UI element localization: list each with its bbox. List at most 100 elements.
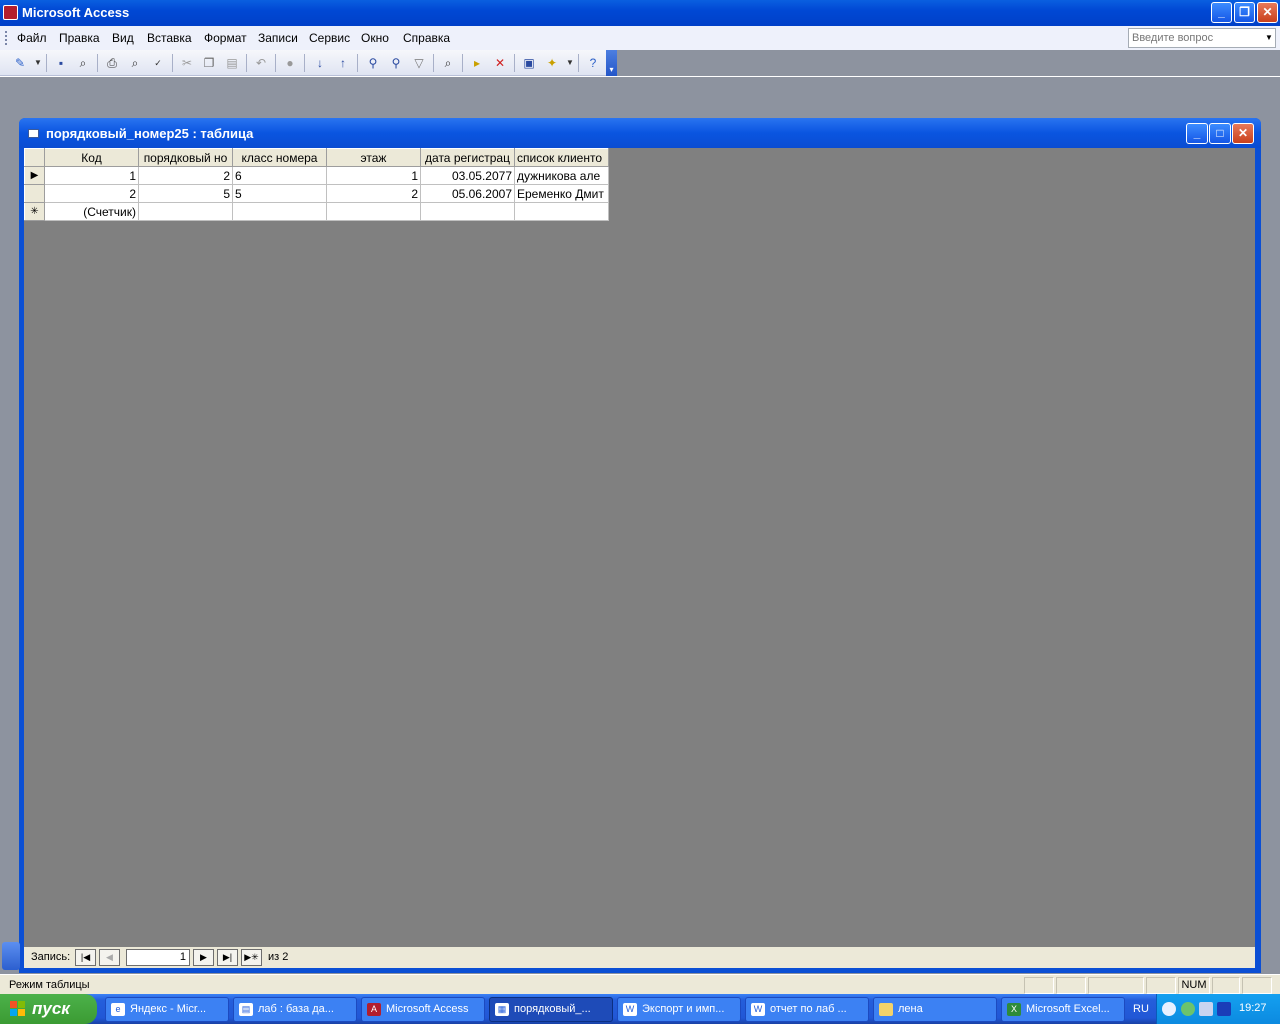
previous-record-button[interactable]: ◀ xyxy=(99,949,120,966)
autonumber-placeholder[interactable]: (Счетчик) xyxy=(44,202,139,221)
new-record-row[interactable]: ✳ (Счетчик) xyxy=(24,202,609,221)
table-cell[interactable]: 6 xyxy=(232,166,327,185)
toolbar-options-chevron[interactable]: ▾ xyxy=(606,50,617,76)
taskbar-item-export[interactable]: W Экспорт и имп... xyxy=(617,997,741,1022)
tray-expand-icon[interactable] xyxy=(1162,1002,1176,1016)
new-record-nav-button[interactable]: ▶✳ xyxy=(241,949,262,966)
table-cell[interactable]: 5 xyxy=(138,184,233,203)
menu-window[interactable]: Окно xyxy=(361,31,389,45)
menu-view[interactable]: Вид xyxy=(112,31,134,45)
table-cell[interactable]: 1 xyxy=(44,166,139,185)
delete-record-icon[interactable]: ✕ xyxy=(491,54,509,72)
database-window-restore-icon[interactable] xyxy=(2,942,20,970)
taskbar-item-excel[interactable]: X Microsoft Excel... xyxy=(1001,997,1125,1022)
print-preview-icon[interactable]: ⌕ xyxy=(126,54,144,72)
menu-insert[interactable]: Вставка xyxy=(147,31,192,45)
hyperlink-icon[interactable]: ● xyxy=(281,54,299,72)
close-button[interactable]: ✕ xyxy=(1257,2,1278,23)
table-cell[interactable]: 05.06.2007 xyxy=(420,184,515,203)
table-window-title-bar[interactable]: порядковый_номер25 : таблица _ □ ✕ xyxy=(19,118,1261,148)
status-text: Режим таблицы xyxy=(9,979,90,991)
taskbar-item-access[interactable]: A Microsoft Access xyxy=(361,997,485,1022)
table-row[interactable]: ▶ 1 2 6 1 03.05.2077 дужникова але xyxy=(24,166,609,185)
first-record-button[interactable]: |◀ xyxy=(75,949,96,966)
media-player-icon[interactable] xyxy=(1217,1002,1231,1016)
next-record-button[interactable]: ▶ xyxy=(193,949,214,966)
menu-grip[interactable] xyxy=(5,31,8,45)
search-icon[interactable]: ⌕ xyxy=(74,54,92,72)
cut-icon[interactable]: ✂ xyxy=(178,54,196,72)
table-cell[interactable]: дужникова але xyxy=(514,166,609,185)
security-icon[interactable] xyxy=(1199,1002,1213,1016)
paste-icon[interactable]: ▤ xyxy=(223,54,241,72)
table-row[interactable]: 2 5 5 2 05.06.2007 Еременко Дмит xyxy=(24,184,609,203)
table-cell[interactable] xyxy=(138,202,233,221)
design-view-icon[interactable]: ✎ xyxy=(11,54,29,72)
menu-edit[interactable]: Правка xyxy=(59,31,100,45)
current-record-marker[interactable]: ▶ xyxy=(24,166,45,185)
new-record-icon[interactable]: ▸ xyxy=(468,54,486,72)
chevron-down-icon[interactable]: ▼ xyxy=(29,54,47,72)
spelling-icon[interactable]: ✓ xyxy=(149,54,167,72)
select-all-corner[interactable] xyxy=(24,148,45,167)
filter-by-selection-icon[interactable]: ⚲ xyxy=(364,54,382,72)
taskbar-item-folder-lena[interactable]: лена xyxy=(873,997,997,1022)
sort-ascending-icon[interactable]: ↓ xyxy=(311,54,329,72)
taskbar-item-report[interactable]: Wотчет по лаб ... xyxy=(745,997,869,1022)
menu-records[interactable]: Записи xyxy=(258,31,298,45)
table-cell[interactable] xyxy=(514,202,609,221)
apply-filter-icon[interactable]: ▽ xyxy=(410,54,428,72)
new-record-marker[interactable]: ✳ xyxy=(24,202,45,221)
table-icon: ▦ xyxy=(495,1003,509,1016)
chevron-down-icon[interactable]: ▼ xyxy=(561,54,579,72)
column-header[interactable]: этаж xyxy=(326,148,421,167)
row-selector[interactable] xyxy=(24,184,45,203)
table-cell[interactable]: 1 xyxy=(326,166,421,185)
copy-icon[interactable]: ❐ xyxy=(200,54,218,72)
taskbar-item-yandex[interactable]: e Яндекс - Micr... xyxy=(105,997,229,1022)
language-indicator[interactable]: RU xyxy=(1133,1003,1149,1015)
table-cell[interactable]: 2 xyxy=(44,184,139,203)
column-header[interactable]: список клиенто xyxy=(514,148,609,167)
minimize-button[interactable]: _ xyxy=(1211,2,1232,23)
child-minimize-button[interactable]: _ xyxy=(1186,123,1208,144)
print-icon[interactable]: ⎙ xyxy=(103,54,121,72)
table-cell[interactable] xyxy=(420,202,515,221)
table-cell[interactable]: 5 xyxy=(232,184,327,203)
new-object-icon[interactable]: ✦ xyxy=(543,54,561,72)
taskbar-item-lab-db[interactable]: ▤ лаб : база да... xyxy=(233,997,357,1022)
last-record-button[interactable]: ▶| xyxy=(217,949,238,966)
table-cell[interactable]: 2 xyxy=(326,184,421,203)
menu-tools[interactable]: Сервис xyxy=(309,31,350,45)
sort-descending-icon[interactable]: ↑ xyxy=(334,54,352,72)
child-close-button[interactable]: ✕ xyxy=(1232,123,1254,144)
menu-help[interactable]: Справка xyxy=(403,31,450,45)
column-header[interactable]: порядковый но xyxy=(138,148,233,167)
table-cell[interactable]: 03.05.2077 xyxy=(420,166,515,185)
network-icon[interactable] xyxy=(1181,1002,1195,1016)
undo-icon[interactable]: ↶ xyxy=(252,54,270,72)
ask-question-box[interactable]: Введите вопрос ▼ xyxy=(1128,28,1276,48)
record-number-input[interactable]: 1 xyxy=(126,949,190,966)
save-icon[interactable]: ▪ xyxy=(52,54,70,72)
find-icon[interactable]: ⌕ xyxy=(439,54,457,72)
num-lock-indicator: NUM xyxy=(1178,977,1210,994)
child-maximize-button[interactable]: □ xyxy=(1209,123,1231,144)
menu-file[interactable]: Файл xyxy=(17,31,47,45)
column-header[interactable]: дата регистрац xyxy=(420,148,515,167)
table-cell[interactable]: 2 xyxy=(138,166,233,185)
restore-button[interactable]: ❐ xyxy=(1234,2,1255,23)
column-header[interactable]: класс номера xyxy=(232,148,327,167)
table-cell[interactable] xyxy=(232,202,327,221)
filter-by-form-icon[interactable]: ⚲ xyxy=(387,54,405,72)
help-icon[interactable]: ? xyxy=(584,54,602,72)
start-button[interactable]: пуск xyxy=(0,994,97,1024)
database-window-icon[interactable]: ▣ xyxy=(520,54,538,72)
table-cell[interactable] xyxy=(326,202,421,221)
chevron-down-icon[interactable]: ▼ xyxy=(1263,29,1275,47)
table-cell[interactable]: Еременко Дмит xyxy=(514,184,609,203)
menu-format[interactable]: Формат xyxy=(204,31,247,45)
column-header[interactable]: Код xyxy=(44,148,139,167)
taskbar-item-table[interactable]: ▦ порядковый_... xyxy=(489,997,613,1022)
datasheet-table: Код порядковый но класс номера этаж дата… xyxy=(24,148,609,221)
